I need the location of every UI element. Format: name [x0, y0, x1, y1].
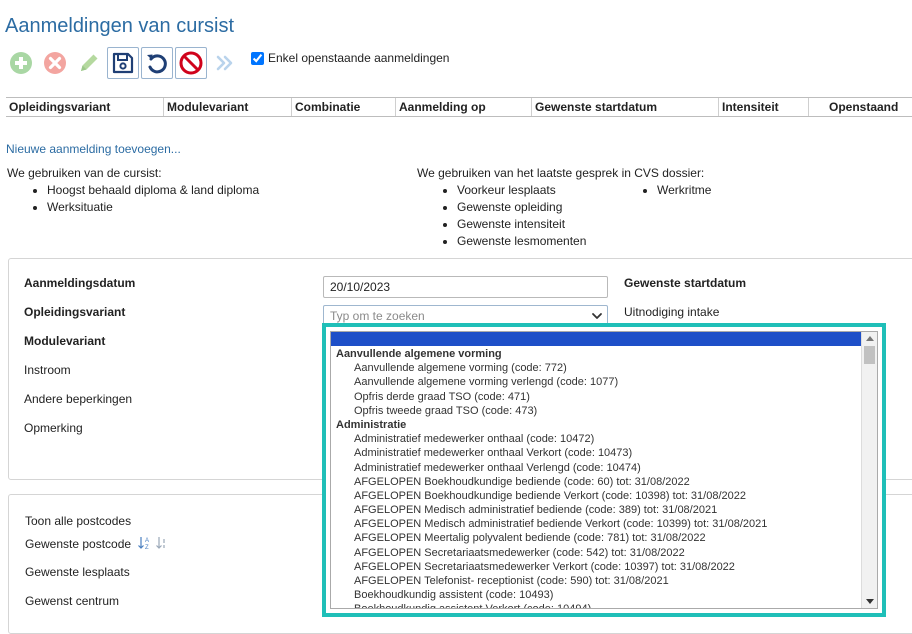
gewenste-startdatum-label: Gewenste startdatum: [624, 276, 747, 290]
dropdown-options: Aanvullende algemene vorming Aanvullende …: [331, 347, 864, 608]
column-header-intensiteit[interactable]: Intensiteit: [718, 98, 808, 116]
scrollbar-thumb[interactable]: [864, 346, 875, 364]
cvs-info-item: Gewenste intensiteit: [457, 216, 657, 233]
toon-alle-postcodes-label: Toon alle postcodes: [25, 514, 132, 528]
column-header-opleidingsvariant[interactable]: Opleidingsvariant: [6, 98, 163, 116]
dropdown-option[interactable]: Boekhoudkundig assistent Verkort (code: …: [331, 602, 864, 608]
edit-button[interactable]: [73, 47, 105, 79]
gewenste-postcode-row: Gewenste postcode A Z: [25, 536, 172, 551]
cvs-info: We gebruiken van het laatste gesprek in …: [417, 165, 711, 250]
dropdown-option[interactable]: AFGELOPEN Medisch administratief bediend…: [331, 503, 864, 517]
dropdown-option[interactable]: AFGELOPEN Boekhoudkundige bediende Verko…: [331, 489, 864, 503]
add-registration-link[interactable]: Nieuwe aanmelding toevoegen...: [6, 142, 181, 156]
dropdown-option[interactable]: AFGELOPEN Medisch administratief bediend…: [331, 517, 864, 531]
scroll-up-arrow-icon[interactable]: [866, 336, 874, 341]
dropdown-highlighted-option[interactable]: [331, 332, 864, 346]
dropdown-option[interactable]: Aanvullende algemene vorming verlengd (c…: [331, 375, 864, 389]
dropdown-option[interactable]: Administratief medewerker onthaal (code:…: [331, 432, 864, 446]
open-registrations-label: Enkel openstaande aanmeldingen: [268, 51, 450, 65]
svg-text:A: A: [145, 538, 149, 544]
x-circle-icon: [44, 52, 66, 74]
floppy-disk-icon: [112, 52, 134, 74]
plus-circle-icon: [10, 52, 32, 74]
cvs-info-item: Voorkeur lesplaats: [457, 182, 657, 199]
open-registrations-checkbox[interactable]: [251, 51, 264, 65]
registrations-grid-header: Opleidingsvariant Modulevariant Combinat…: [6, 97, 912, 117]
dropdown-option[interactable]: Boekhoudkundig assistent (code: 10493): [331, 588, 864, 602]
cursist-info-item: Werksituatie: [47, 199, 259, 216]
undo-icon: [147, 54, 167, 74]
next-button[interactable]: [209, 47, 241, 79]
svg-text:Z: Z: [145, 545, 149, 550]
dropdown-group-header: Administratie: [336, 418, 407, 431]
toolbar: [5, 47, 243, 79]
cvs-info-item: Werkritme: [657, 182, 711, 199]
cvs-info-item: Gewenste opleiding: [457, 199, 657, 216]
column-header-combinatie[interactable]: Combinatie: [291, 98, 395, 116]
modulevariant-label: Modulevariant: [24, 334, 106, 348]
cursist-info-item: Hoogst behaald diploma & land diploma: [47, 182, 259, 199]
pencil-icon: [81, 54, 98, 71]
cvs-info-intro: We gebruiken van het laatste gesprek in …: [417, 166, 705, 180]
prohibited-icon: [179, 51, 203, 75]
dropdown-group-header: Aanvullende algemene vorming: [336, 348, 502, 360]
dropdown-option[interactable]: Administratief medewerker onthaal Verlen…: [331, 461, 864, 475]
dropdown-scrollbar[interactable]: [861, 332, 877, 608]
column-header-aanmelding-op[interactable]: Aanmelding op: [395, 98, 531, 116]
column-header-gewenste-startdatum[interactable]: Gewenste startdatum: [531, 98, 718, 116]
opmerking-label: Opmerking: [24, 421, 83, 435]
aanmeldingsdatum-input[interactable]: [323, 276, 608, 298]
andere-beperkingen-label: Andere beperkingen: [24, 392, 133, 406]
scroll-down-arrow-icon[interactable]: [866, 599, 874, 604]
dropdown-option[interactable]: AFGELOPEN Secretariaatsmedewerker Verkor…: [331, 560, 864, 574]
gewenste-lesplaats-label: Gewenste lesplaats: [25, 565, 130, 579]
opleidingsvariant-label: Opleidingsvariant: [24, 305, 126, 319]
aanmeldingsdatum-label: Aanmeldingsdatum: [24, 276, 136, 290]
dropdown-option[interactable]: Opfris derde graad TSO (code: 471): [331, 390, 864, 404]
dropdown-option[interactable]: Administratief medewerker onthaal Verkor…: [331, 446, 864, 460]
opleidingsvariant-dropdown[interactable]: Aanvullende algemene vorming Aanvullende …: [322, 323, 886, 617]
cursist-info: We gebruiken van de cursist: Hoogst beha…: [7, 165, 259, 216]
save-button[interactable]: [107, 47, 139, 79]
undo-button[interactable]: [141, 47, 173, 79]
page-title: Aanmeldingen van cursist: [5, 15, 235, 37]
dropdown-option[interactable]: AFGELOPEN Boekhoudkundige bediende (code…: [331, 475, 864, 489]
cursist-info-intro: We gebruiken van de cursist:: [7, 166, 162, 180]
dropdown-option[interactable]: AFGELOPEN Meertalig polyvalent bediende …: [331, 531, 864, 545]
dropdown-option[interactable]: AFGELOPEN Telefonist- receptionist (code…: [331, 574, 864, 588]
gewenste-postcode-label: Gewenste postcode: [25, 537, 132, 551]
open-registrations-filter[interactable]: Enkel openstaande aanmeldingen: [251, 51, 449, 65]
sort-icons: A Z: [138, 537, 166, 550]
cvs-info-item: Gewenste lesmomenten: [457, 233, 657, 250]
instroom-label: Instroom: [24, 363, 71, 377]
column-header-modulevariant[interactable]: Modulevariant: [163, 98, 291, 116]
double-chevron-right-icon: [216, 55, 233, 71]
dropdown-option[interactable]: AFGELOPEN Secretariaatsmedewerker (code:…: [331, 546, 864, 560]
sort-ascending-icon[interactable]: A Z: [138, 537, 150, 550]
chevron-down-icon[interactable]: [591, 310, 603, 322]
delete-button[interactable]: [39, 47, 71, 79]
dropdown-listbox[interactable]: Aanvullende algemene vorming Aanvullende …: [330, 331, 878, 609]
column-header-openstaand[interactable]: Openstaand: [808, 98, 912, 116]
dropdown-option[interactable]: Aanvullende algemene vorming (code: 772): [331, 361, 864, 375]
sort-descending-icon[interactable]: [156, 537, 166, 549]
add-button[interactable]: [5, 47, 37, 79]
cancel-button[interactable]: [175, 47, 207, 79]
uitnodiging-intake-label: Uitnodiging intake: [624, 305, 720, 319]
dropdown-option[interactable]: Opfris tweede graad TSO (code: 473): [331, 404, 864, 418]
gewenst-centrum-label: Gewenst centrum: [25, 594, 120, 608]
